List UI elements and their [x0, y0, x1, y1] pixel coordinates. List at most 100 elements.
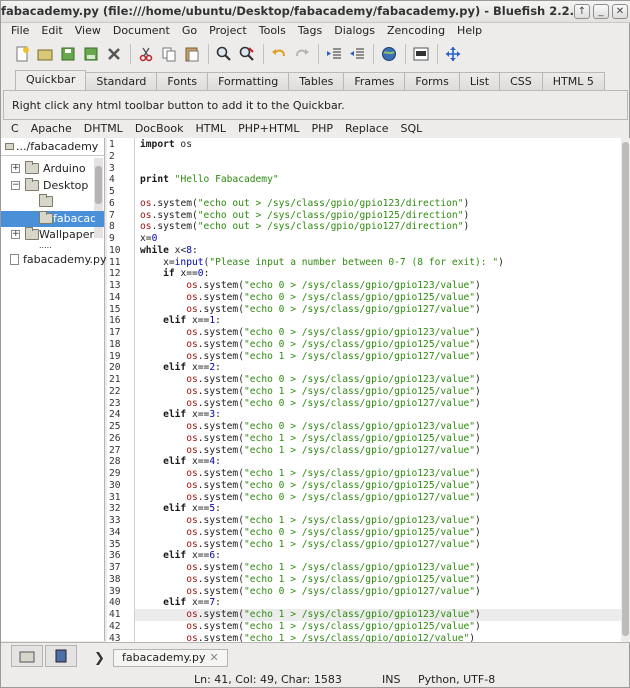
file-type[interactable]: Python, UTF-8: [418, 673, 495, 686]
line-number: 1: [109, 139, 115, 150]
tab-standard[interactable]: Standard: [85, 72, 158, 91]
line-number: 42: [109, 620, 121, 632]
line-number: 17: [109, 327, 121, 338]
tree-item-fabacademy[interactable]: fabacademy: [1, 210, 104, 227]
code-line: elif x==3:: [163, 409, 221, 421]
editor-scrollbar-thumb[interactable]: [622, 142, 629, 636]
code-line: os.system("echo 1 > /sys/class/gpio/gpio…: [186, 609, 481, 620]
tab-css[interactable]: CSS: [499, 72, 543, 91]
menu-bar: File Edit View Document Go Project Tools…: [1, 23, 630, 41]
close-icon[interactable]: [105, 45, 123, 63]
tab-html5[interactable]: HTML 5: [541, 72, 605, 91]
tab-tables[interactable]: Tables: [288, 72, 345, 91]
line-number: 24: [109, 409, 121, 421]
tab-forms[interactable]: Forms: [404, 72, 460, 91]
insert-mode[interactable]: INS: [382, 673, 400, 686]
quickbar-panel: Right click any html toolbar button to a…: [3, 90, 628, 120]
copy-icon[interactable]: [160, 45, 178, 63]
redo-icon[interactable]: [293, 45, 311, 63]
tab-formatting[interactable]: Formatting: [207, 72, 290, 91]
tab-quickbar[interactable]: Quickbar: [15, 70, 87, 91]
code-line: os.system("echo 1 > /sys/class/gpio/gpio…: [186, 350, 481, 362]
menu-view[interactable]: View: [69, 23, 107, 41]
line-number: 2: [109, 150, 115, 162]
bookmarks-tab-icon[interactable]: [45, 645, 77, 667]
tree-item-desktop[interactable]: − Desktop: [1, 177, 104, 195]
command-html[interactable]: HTML: [189, 122, 232, 136]
terminal-icon[interactable]: [412, 45, 430, 63]
window-shade-button[interactable]: ↑: [574, 4, 590, 19]
expand-icon[interactable]: +: [11, 230, 20, 239]
folder-icon: [25, 177, 39, 191]
new-file-icon[interactable]: [13, 45, 31, 63]
tree-item-wallpaper[interactable]: + Wallpaper: [1, 227, 104, 244]
command-docbook[interactable]: DocBook: [129, 122, 190, 136]
sidebar-path-selector[interactable]: .../fabacademy▾: [1, 138, 104, 156]
paste-icon[interactable]: [183, 45, 201, 63]
command-apache[interactable]: Apache: [25, 122, 78, 136]
code-line: elif x==4:: [163, 456, 221, 468]
code-line: if x==0:: [163, 268, 210, 280]
replace-icon[interactable]: [238, 45, 256, 63]
menu-file[interactable]: File: [5, 23, 35, 41]
save-all-icon[interactable]: [82, 45, 100, 63]
command-sql[interactable]: SQL: [395, 122, 429, 136]
menu-tools[interactable]: Tools: [253, 23, 292, 41]
line-number: 37: [109, 562, 121, 573]
code-line: os.system("echo 0 > /sys/class/gpio/gpio…: [186, 479, 481, 491]
tree-item-label: Wallpaper: [39, 228, 95, 241]
unindent-icon[interactable]: [348, 45, 366, 63]
folder-icon: [5, 143, 14, 150]
tab-fonts[interactable]: Fonts: [156, 72, 209, 91]
chevron-right-icon[interactable]: ❯: [94, 651, 105, 666]
menu-project[interactable]: Project: [203, 23, 253, 41]
tab-list[interactable]: List: [458, 72, 501, 91]
menu-edit[interactable]: Edit: [35, 23, 68, 41]
command-dhtml[interactable]: DHTML: [78, 122, 129, 136]
preview-icon[interactable]: [380, 45, 398, 63]
fullscreen-icon[interactable]: [444, 45, 462, 63]
expand-icon[interactable]: +: [11, 164, 20, 173]
line-number: 26: [109, 432, 121, 444]
line-number: 34: [109, 526, 121, 538]
line-number: 23: [109, 397, 121, 409]
close-window-button[interactable]: ✕: [612, 4, 628, 19]
code-line: os.system("echo out > /sys/class/gpio/gp…: [140, 197, 470, 209]
line-number: 43: [109, 632, 121, 643]
menu-zencoding[interactable]: Zencoding: [381, 23, 451, 41]
line-number: 6: [109, 197, 115, 209]
tree-item-unnamed-folder[interactable]: [1, 194, 104, 211]
document-tab[interactable]: fabacademy.py ✕: [113, 649, 228, 667]
command-replace[interactable]: Replace: [339, 122, 395, 136]
collapse-icon[interactable]: −: [11, 180, 20, 190]
menu-tags[interactable]: Tags: [292, 23, 328, 41]
folder-icon: [39, 210, 53, 224]
editor-scrollbar[interactable]: [621, 138, 630, 642]
indent-icon[interactable]: [325, 45, 343, 63]
menu-help[interactable]: Help: [451, 23, 488, 41]
cut-icon[interactable]: [137, 45, 155, 63]
tab-frames[interactable]: Frames: [343, 72, 406, 91]
tree-item-fabacademy-py[interactable]: fabacademy.py: [1, 252, 107, 269]
command-c[interactable]: C: [5, 122, 25, 136]
search-icon[interactable]: [215, 45, 233, 63]
filebrowser-tab-icon[interactable]: [11, 645, 43, 667]
command-php-html[interactable]: PHP+HTML: [232, 122, 305, 136]
save-icon[interactable]: [59, 45, 77, 63]
close-tab-icon[interactable]: ✕: [210, 651, 219, 664]
line-number: 27: [109, 444, 121, 456]
minimize-button[interactable]: _: [593, 4, 609, 19]
toolbar-separator: [318, 44, 319, 64]
menu-dialogs[interactable]: Dialogs: [328, 23, 381, 41]
code-line: print "Hello Fabacademy": [140, 174, 279, 186]
line-number-gutter: 1 2 3 4 5 6 7 8 9 10 11 12 13 14 15 16 17 18 19 20 21 22 23 24 2…: [107, 138, 135, 642]
menu-go[interactable]: Go: [176, 23, 203, 41]
open-file-icon[interactable]: [36, 45, 54, 63]
command-php[interactable]: PHP: [305, 122, 339, 136]
undo-icon[interactable]: [270, 45, 288, 63]
tree-item-arduino[interactable]: + Arduino: [1, 161, 104, 178]
code-editor[interactable]: 1 2 3 4 5 6 7 8 9 10 11 12 13 14 15 16 17 18 19 20 21 22 23 24 2…: [107, 138, 621, 642]
code-line: elif x==5:: [163, 503, 221, 515]
menu-document[interactable]: Document: [107, 23, 176, 41]
code-line: os.system("echo 0 > /sys/class/gpio/gpio…: [186, 374, 481, 385]
